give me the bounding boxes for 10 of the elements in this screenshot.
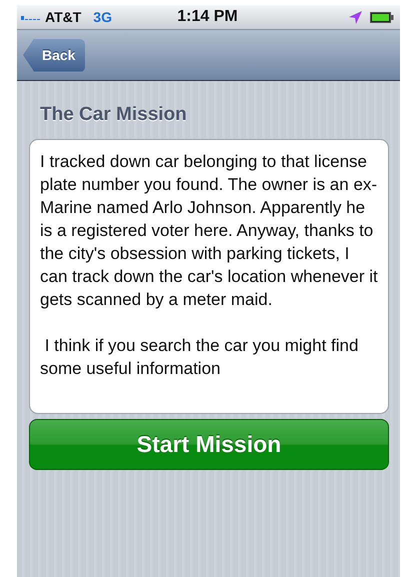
- status-time: 1:14 PM: [177, 8, 238, 26]
- back-button[interactable]: Back: [23, 38, 86, 72]
- network-type: 3G: [93, 9, 112, 25]
- section-title: The Car Mission: [40, 104, 188, 126]
- start-mission-button[interactable]: Start Mission: [29, 419, 389, 470]
- location-arrow-icon: [349, 10, 362, 24]
- signal-icon: [21, 14, 41, 20]
- battery-icon: [370, 12, 394, 22]
- carrier-name: AT&T: [45, 9, 82, 25]
- message-text: I tracked down car belonging to that license plate number you found. The owner is an ex-Marine named Arlo Johnson. Apparently he is a registered voter here. Anyway, thanks to the city's obsession with parking tickets, I can track down the car's location whenever it gets scanned by a meter maid. I think if you search the car you might find some useful information: [29, 139, 389, 414]
